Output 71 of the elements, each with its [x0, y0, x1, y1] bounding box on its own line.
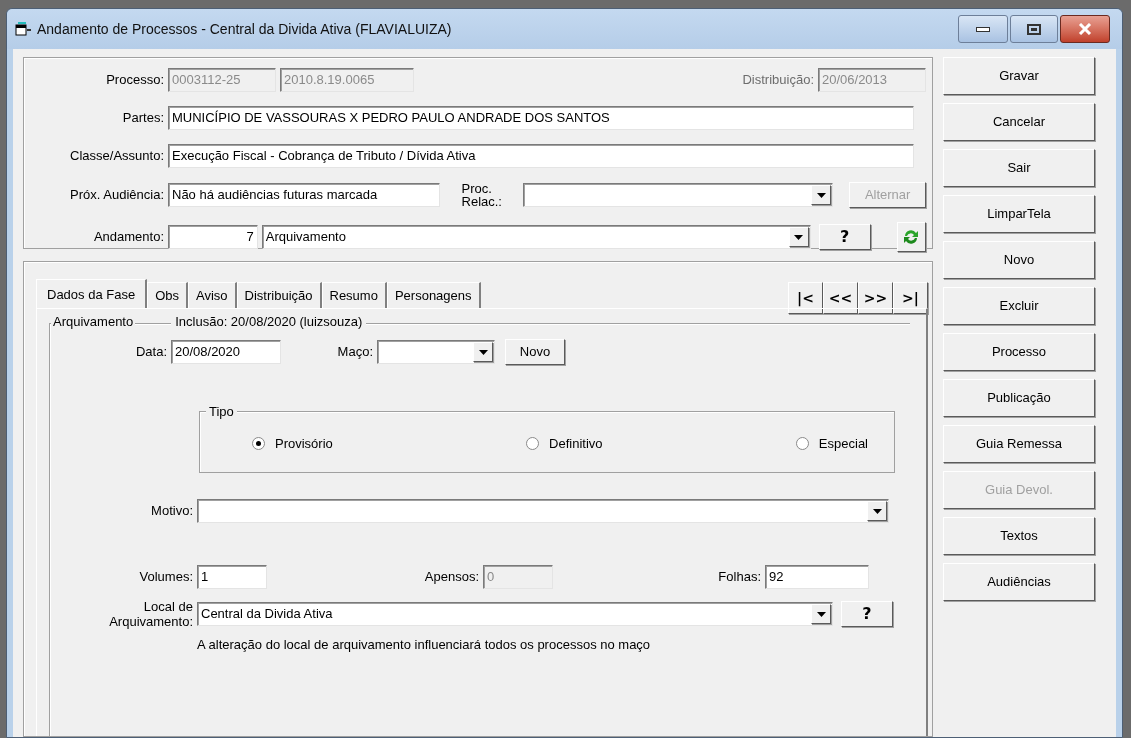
input-field[interactable]: Não há audiências futuras marcada [168, 183, 440, 207]
field-label: Motivo: [150, 502, 193, 521]
proc-relac-dropdown[interactable] [522, 183, 834, 207]
action-button[interactable]: Publicação [943, 379, 1095, 417]
field-label: Processo: [105, 71, 164, 90]
maximize-icon [1027, 23, 1041, 35]
radio-option[interactable]: Definitivo [526, 434, 603, 454]
caret-icon [478, 349, 488, 355]
field-label: Andamento: [92, 228, 164, 247]
motivo-dropdown[interactable] [197, 499, 889, 523]
maximize-button[interactable] [1010, 15, 1058, 43]
tab[interactable]: Resumo [321, 282, 387, 308]
navigation-button[interactable]: >> [858, 282, 893, 314]
action-button[interactable]: Cancelar [943, 103, 1095, 141]
action-button[interactable]: Sair [943, 149, 1095, 187]
field-label: Maço: [336, 343, 373, 362]
field-label: Partes: [121, 109, 164, 128]
action-button[interactable]: Processo [943, 333, 1095, 371]
tab[interactable]: Distribuição [236, 282, 322, 308]
close-button[interactable] [1060, 15, 1110, 43]
field-label: Volumes: [138, 568, 193, 587]
local-dropdown[interactable]: Central da Divida Ativa [197, 602, 833, 626]
minimize-icon [976, 26, 990, 32]
tab[interactable]: Dados da Fase [36, 279, 148, 309]
action-button[interactable]: LimparTela [943, 195, 1095, 233]
action-button[interactable]: Textos [943, 517, 1095, 555]
maco-dropdown[interactable] [377, 340, 495, 364]
info-text: A alteração do local de arquivamento influenciará todos os processos no maço [197, 637, 651, 652]
field-label: Classe/Assunto: [69, 147, 164, 166]
field-label: Distribuição: [741, 71, 814, 90]
action-button[interactable]: Excluir [943, 287, 1095, 325]
close-icon [1078, 23, 1092, 35]
action-button[interactable]: Audiências [943, 563, 1095, 601]
caret-icon [816, 611, 826, 617]
radio-button[interactable] [795, 437, 809, 451]
action-button[interactable]: Novo [943, 241, 1095, 279]
action-button[interactable]: Guia Remessa [943, 425, 1095, 463]
navigation-button[interactable]: >| [893, 282, 928, 314]
field-label: Local de Arquivamento: [108, 599, 193, 629]
navigation-button[interactable]: |< [788, 282, 823, 314]
navigation-button[interactable]: << [823, 282, 858, 314]
input-field[interactable]: Execução Fiscal - Cobrança de Tributo / Dívida Ativa [168, 144, 914, 168]
radio-button[interactable] [526, 437, 540, 451]
input-field[interactable]: MUNICÍPIO DE VASSOURAS X PEDRO PAULO ANDRADE DOS SANTOS [168, 106, 914, 130]
field-label: Próx. Audiência: [69, 186, 164, 205]
caret-icon [872, 508, 882, 514]
tab[interactable]: Obs [147, 282, 188, 308]
help-button[interactable]: ? [818, 224, 871, 250]
input-field[interactable]: 92 [765, 565, 869, 589]
tab[interactable]: Personagens [386, 282, 481, 308]
input-field[interactable]: 20/08/2020 [171, 340, 281, 364]
help-button[interactable]: ? [841, 601, 893, 627]
field-label: Folhas: [717, 568, 761, 587]
radio-button[interactable] [252, 437, 265, 451]
caret-icon [816, 192, 826, 198]
radio-option[interactable]: Provisório [252, 434, 333, 454]
window-app-icon [15, 22, 33, 36]
minimize-button[interactable] [958, 15, 1008, 43]
field-label: Proc. Relac.: [461, 182, 503, 208]
andamento-dropdown[interactable]: Arquivamento [261, 225, 811, 249]
radio-option[interactable]: Especial [795, 434, 868, 454]
field-label: Apensos: [423, 568, 479, 587]
refresh-button[interactable] [896, 222, 926, 252]
window-title: Andamento de Processos - Central da Divida Ativa (FLAVIALUIZA) [37, 19, 453, 39]
caret-icon [794, 234, 804, 240]
input-field[interactable]: 7 [168, 225, 258, 249]
new-button[interactable]: Novo [505, 339, 565, 365]
tab[interactable]: Aviso [188, 282, 237, 308]
action-button[interactable]: Gravar [943, 57, 1095, 95]
field-label: Data: [134, 343, 167, 362]
input-field[interactable]: 1 [197, 565, 267, 589]
